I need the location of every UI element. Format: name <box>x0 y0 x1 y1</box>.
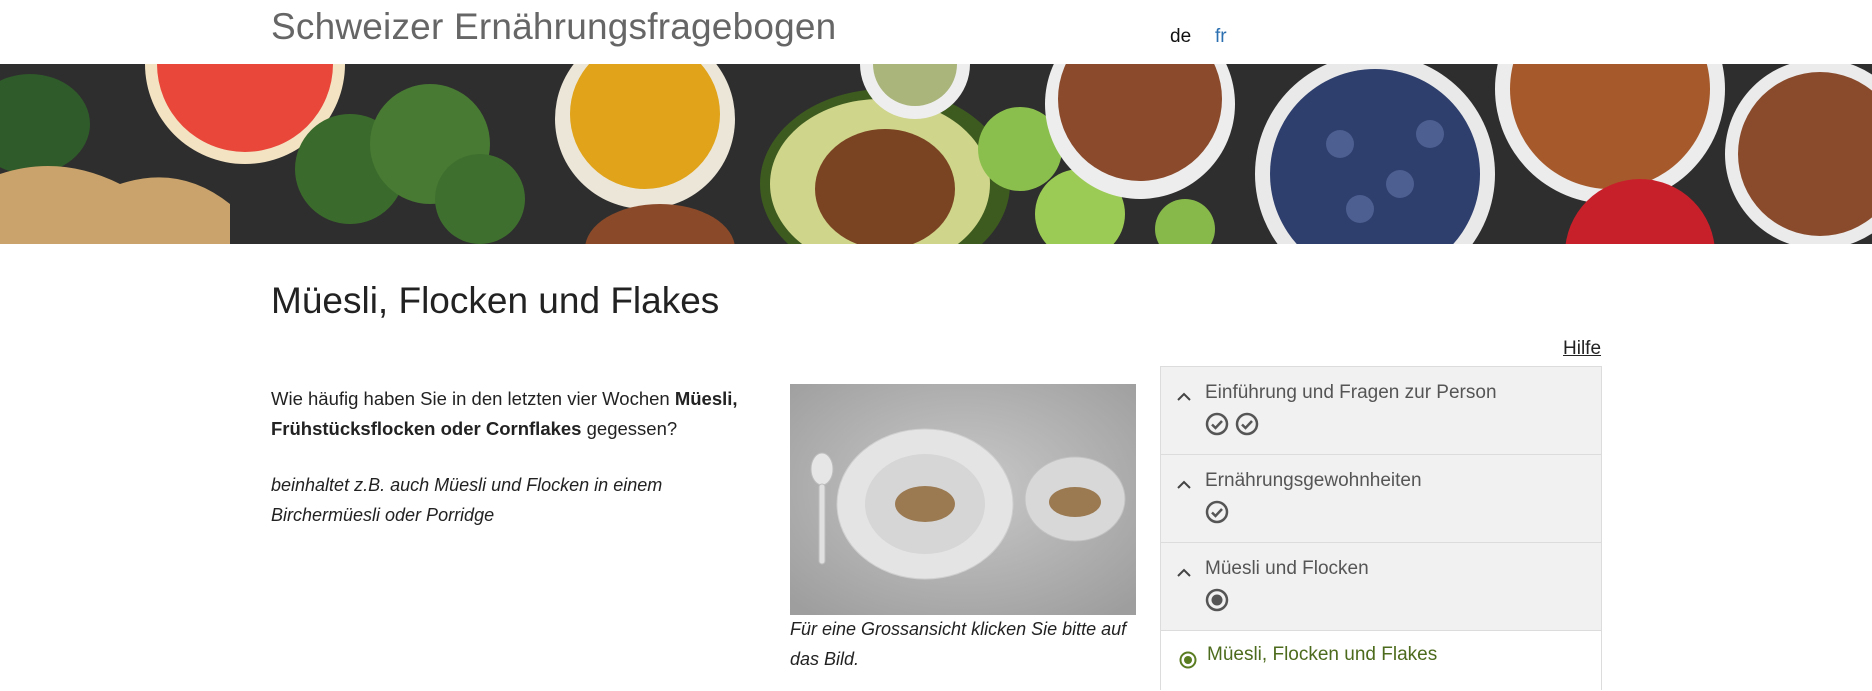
chevron-up-icon <box>1177 392 1191 401</box>
food-banner-image <box>0 64 1872 244</box>
question-text: Wie häufig haben Sie in den letzten vier… <box>271 384 771 444</box>
page-title: Müesli, Flocken und Flakes <box>271 280 720 321</box>
current-step-icon <box>1179 651 1197 669</box>
site-title: Schweizer Ernährungsfragebogen <box>271 6 837 47</box>
nav-section-eating-habits[interactable]: Ernährungsgewohnheiten <box>1161 455 1601 543</box>
check-circle-icon <box>1205 412 1229 436</box>
check-circle-icon <box>1205 500 1229 524</box>
image-caption: Für eine Grossansicht klicken Sie bitte … <box>790 619 1127 669</box>
nav-section-label: Müesli und Flocken <box>1205 558 1369 579</box>
hero-banner <box>0 64 1872 244</box>
nav-current-item[interactable]: Müesli, Flocken und Flakes <box>1161 631 1601 691</box>
nav-section-label: Ernährungsgewohnheiten <box>1205 470 1422 491</box>
nav-section-status <box>1205 412 1259 436</box>
language-fr-link[interactable]: fr <box>1215 26 1227 48</box>
nav-section-status <box>1205 500 1229 524</box>
target-circle-icon <box>1205 588 1229 612</box>
chevron-up-icon <box>1177 568 1191 577</box>
nav-current-label: Müesli, Flocken und Flakes <box>1207 644 1438 665</box>
nav-section-label: Einführung und Fragen zur Person <box>1205 382 1497 403</box>
cereal-example-image[interactable] <box>790 384 1136 615</box>
nav-section-muesli[interactable]: Müesli und Flocken <box>1161 543 1601 631</box>
nav-section-status <box>1205 588 1229 612</box>
nav-section-introduction[interactable]: Einführung und Fragen zur Person <box>1161 367 1601 455</box>
check-circle-icon <box>1235 412 1259 436</box>
progress-navigation: Einführung und Fragen zur Person Ernähru… <box>1160 366 1602 691</box>
language-de-link[interactable]: de <box>1170 26 1191 48</box>
question-hint: beinhaltet z.B. auch Müesli und Flocken … <box>271 475 663 525</box>
question-suffix: gegessen? <box>581 418 678 439</box>
chevron-up-icon <box>1177 480 1191 489</box>
help-link[interactable]: Hilfe <box>1563 338 1601 360</box>
question-prefix: Wie häufig haben Sie in den letzten vier… <box>271 388 675 409</box>
